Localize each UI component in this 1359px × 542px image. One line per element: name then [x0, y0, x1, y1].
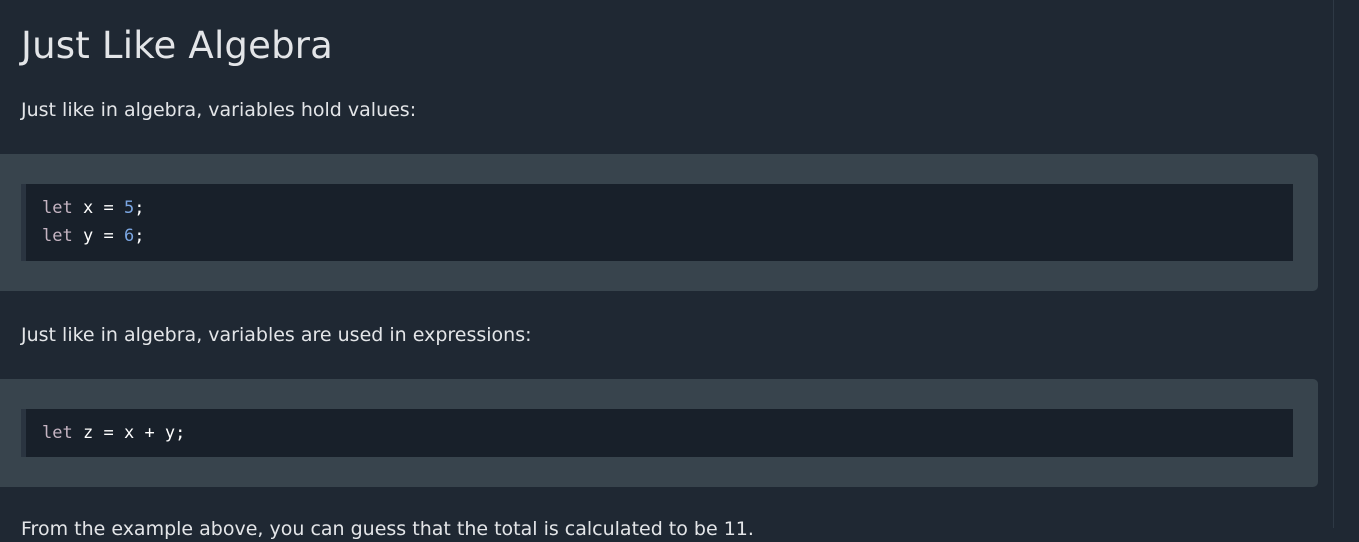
operator: = — [103, 198, 114, 218]
variable-name: y — [82, 226, 94, 246]
code-line-let-z: let z = x + y; — [42, 419, 1293, 447]
code-line-let-y: let y = 6; — [42, 222, 1293, 250]
expressions-paragraph: Just like in algebra, variables are used… — [21, 324, 532, 346]
code-example-1: let x = 5; let y = 6; — [0, 154, 1318, 291]
semicolon: ; — [134, 226, 145, 246]
code-block-2[interactable]: let z = x + y; — [21, 409, 1293, 457]
number-literal: 6 — [123, 226, 135, 246]
code-block-1[interactable]: let x = 5; let y = 6; — [21, 184, 1293, 261]
main-content: Just Like Algebra Just like in algebra, … — [0, 0, 1333, 540]
semicolon: ; — [175, 423, 186, 443]
operator: = — [103, 226, 114, 246]
variable-name: z — [82, 423, 94, 443]
number-literal: 5 — [123, 198, 135, 218]
page-title: Just Like Algebra — [21, 24, 334, 67]
code-example-2: let z = x + y; — [0, 379, 1318, 487]
conclusion-paragraph: From the example above, you can guess th… — [21, 518, 754, 540]
right-sidebar — [1333, 0, 1359, 528]
expression: x + y — [123, 423, 176, 443]
semicolon: ; — [134, 198, 145, 218]
code-line-let-x: let x = 5; — [42, 194, 1293, 222]
keyword: let — [42, 423, 73, 443]
keyword: let — [42, 198, 73, 218]
operator: = — [103, 423, 114, 443]
intro-paragraph: Just like in algebra, variables hold val… — [21, 99, 417, 121]
variable-name: x — [82, 198, 94, 218]
keyword: let — [42, 226, 73, 246]
